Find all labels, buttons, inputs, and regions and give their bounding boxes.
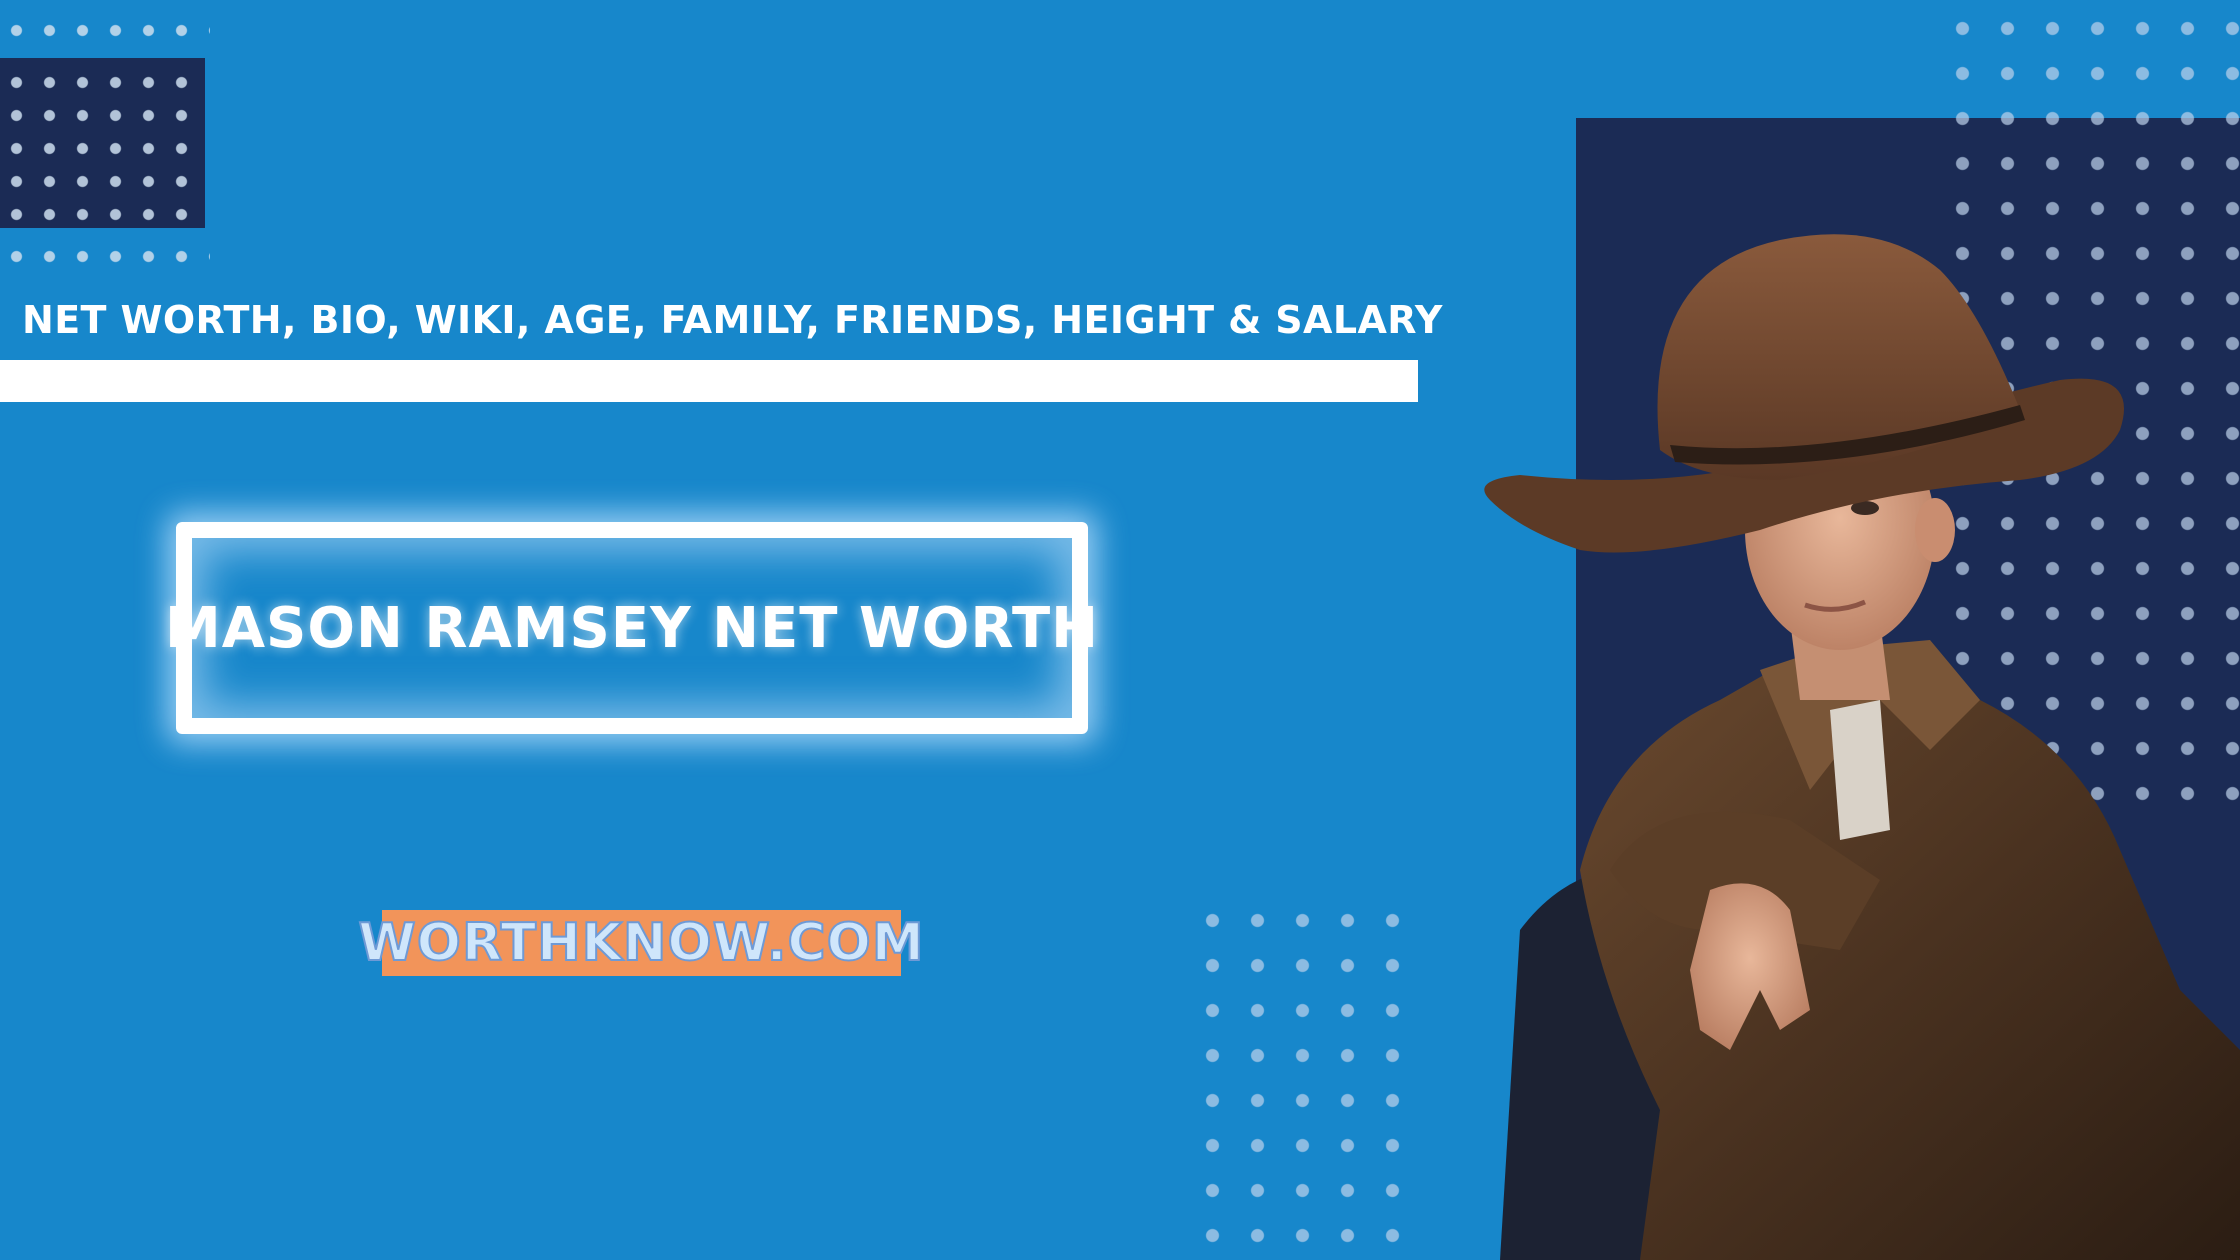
- shirt-shape: [1830, 700, 1890, 840]
- thumbnail-canvas: NET WORTH, BIO, WIKI, AGE, FAMILY, FRIEN…: [0, 0, 2240, 1260]
- dot-pattern-navy-block: [0, 66, 205, 226]
- dot-pattern-top-left: [0, 14, 210, 50]
- site-badge: WORTHKNOW.COM: [357, 910, 925, 976]
- jacket-shape: [1580, 650, 2240, 1260]
- divider-bar: [0, 360, 1418, 402]
- ear-shape: [1915, 498, 1955, 562]
- person-photo: [1484, 234, 2240, 1260]
- main-title: MASON RAMSEY NET WORTH: [164, 595, 1100, 661]
- subtitle-heading: NET WORTH, BIO, WIKI, AGE, FAMILY, FRIEN…: [22, 298, 1443, 342]
- dot-pattern-below-block: [0, 240, 210, 274]
- site-badge-label: WORTHKNOW.COM: [357, 912, 925, 974]
- dot-pattern-bottom-middle: [1190, 898, 1430, 1260]
